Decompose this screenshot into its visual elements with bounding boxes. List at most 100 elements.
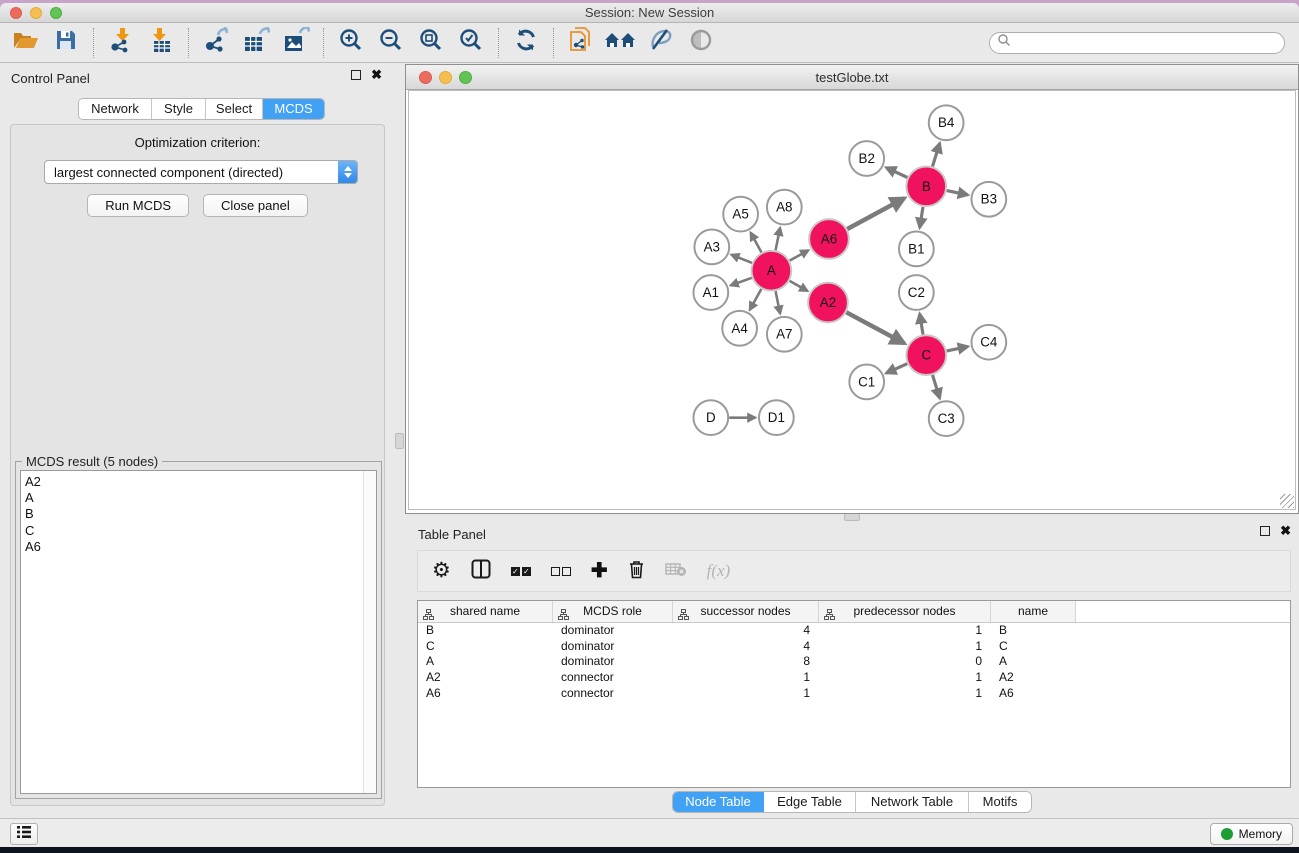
zoom-fit-button[interactable] xyxy=(411,26,451,60)
graph-node-D1[interactable]: D1 xyxy=(759,400,794,435)
network-close-button[interactable] xyxy=(419,71,432,84)
table-cell[interactable]: A2 xyxy=(418,670,553,686)
vertical-splitter-handle[interactable] xyxy=(395,433,404,449)
table-cell[interactable]: 0 xyxy=(819,654,991,670)
column-header-successor-nodes[interactable]: successor nodes xyxy=(673,601,819,622)
table-cell[interactable]: connector xyxy=(553,670,673,686)
graph-node-B3[interactable]: B3 xyxy=(971,182,1006,217)
graph-node-B1[interactable]: B1 xyxy=(899,231,934,266)
graph-node-A4[interactable]: A4 xyxy=(722,311,757,346)
graph-edge-A6-B[interactable] xyxy=(847,198,904,229)
table-cell[interactable]: A xyxy=(991,654,1076,670)
graph-edge-B-B2[interactable] xyxy=(886,168,907,178)
graph-edge-B-B1[interactable] xyxy=(920,207,923,228)
new-network-document-button[interactable] xyxy=(561,26,601,60)
graph-edge-A-A2[interactable] xyxy=(790,281,808,291)
graph-node-A6[interactable]: A6 xyxy=(809,219,849,259)
table-cell[interactable]: connector xyxy=(553,686,673,702)
table-cell[interactable]: B xyxy=(991,623,1076,639)
table-row[interactable]: A6connector11A6 xyxy=(418,686,1290,702)
network-window-titlebar[interactable]: testGlobe.txt xyxy=(406,65,1298,90)
tab-select[interactable]: Select xyxy=(206,99,263,119)
graph-node-C2[interactable]: C2 xyxy=(899,275,934,310)
zoom-window-button[interactable] xyxy=(50,7,62,19)
table-tab-network-table[interactable]: Network Table xyxy=(856,792,969,812)
graph-node-D[interactable]: D xyxy=(693,400,728,435)
table-cell[interactable]: dominator xyxy=(553,654,673,670)
refresh-view-button[interactable] xyxy=(506,26,546,60)
node-table[interactable]: shared nameMCDS rolesuccessor nodesprede… xyxy=(417,600,1291,788)
table-cell[interactable]: A6 xyxy=(991,686,1076,702)
table-tab-motifs[interactable]: Motifs xyxy=(969,792,1031,812)
table-cell[interactable]: 1 xyxy=(819,623,991,639)
table-row[interactable]: Adominator80A xyxy=(418,654,1290,670)
graph-node-A2[interactable]: A2 xyxy=(808,283,848,323)
annotations-pen-button[interactable] xyxy=(641,26,681,60)
result-list-item[interactable]: A6 xyxy=(21,539,376,555)
column-header-predecessor-nodes[interactable]: predecessor nodes xyxy=(819,601,991,622)
graph-edge-A-A5[interactable] xyxy=(751,233,762,253)
result-list-item[interactable]: A2 xyxy=(21,474,376,490)
table-cell[interactable]: dominator xyxy=(553,639,673,655)
result-list-scrollbar[interactable] xyxy=(363,471,376,793)
graph-edge-A-A4[interactable] xyxy=(750,289,762,310)
export-image-button[interactable] xyxy=(276,26,316,60)
graph-edge-C-C3[interactable] xyxy=(933,375,940,398)
task-history-button[interactable] xyxy=(10,823,38,845)
close-panel-button[interactable]: Close panel xyxy=(203,194,308,217)
graph-node-A5[interactable]: A5 xyxy=(723,197,758,232)
graph-edge-B-B3[interactable] xyxy=(947,191,968,195)
graph-edge-A-A3[interactable] xyxy=(731,255,752,263)
save-session-button[interactable] xyxy=(46,26,86,60)
close-panel-icon[interactable]: ✖ xyxy=(371,70,382,80)
table-settings-button[interactable]: ⚙ xyxy=(432,561,451,581)
mcds-result-list[interactable]: A2ABCA6 xyxy=(20,470,377,794)
table-cell[interactable]: A2 xyxy=(991,670,1076,686)
tab-mcds[interactable]: MCDS xyxy=(263,99,324,119)
search-input[interactable] xyxy=(1011,36,1277,50)
graph-node-A8[interactable]: A8 xyxy=(767,190,802,225)
table-tab-node-table[interactable]: Node Table xyxy=(673,792,764,812)
show-hide-view-button[interactable] xyxy=(681,26,721,60)
add-row-button[interactable]: ✚ xyxy=(591,561,608,581)
graph-node-A3[interactable]: A3 xyxy=(694,230,729,265)
table-cell[interactable]: 4 xyxy=(673,639,819,655)
table-row[interactable]: Bdominator41B xyxy=(418,623,1290,639)
graph-edge-C-C4[interactable] xyxy=(947,347,968,351)
table-cell[interactable]: 1 xyxy=(819,686,991,702)
table-cell[interactable]: 8 xyxy=(673,654,819,670)
table-cell[interactable]: C xyxy=(991,639,1076,655)
graph-node-C4[interactable]: C4 xyxy=(971,325,1006,360)
result-list-item[interactable]: A xyxy=(21,490,376,506)
column-header-shared-name[interactable]: shared name xyxy=(418,601,553,622)
close-window-button[interactable] xyxy=(10,7,22,19)
table-cell[interactable]: A6 xyxy=(418,686,553,702)
import-table-button[interactable] xyxy=(141,26,181,60)
deselect-all-check-button[interactable] xyxy=(551,567,571,576)
table-cell[interactable]: 1 xyxy=(673,686,819,702)
tab-style[interactable]: Style xyxy=(152,99,206,119)
minimize-window-button[interactable] xyxy=(30,7,42,19)
zoom-selected-button[interactable] xyxy=(451,26,491,60)
table-cell[interactable]: 1 xyxy=(819,639,991,655)
result-list-item[interactable]: B xyxy=(21,506,376,522)
memory-button[interactable]: Memory xyxy=(1210,823,1293,845)
graph-node-A[interactable]: A xyxy=(752,251,792,291)
graph-edge-C-C1[interactable] xyxy=(886,364,907,373)
result-list-item[interactable]: C xyxy=(21,523,376,539)
graph-node-B2[interactable]: B2 xyxy=(849,141,884,176)
table-row[interactable]: Cdominator41C xyxy=(418,639,1290,655)
graph-node-B[interactable]: B xyxy=(906,166,946,206)
table-cell[interactable]: C xyxy=(418,639,553,655)
export-network-button[interactable] xyxy=(196,26,236,60)
zoom-in-button[interactable] xyxy=(331,26,371,60)
table-tab-edge-table[interactable]: Edge Table xyxy=(764,792,856,812)
graph-node-C[interactable]: C xyxy=(906,335,946,375)
search-field[interactable] xyxy=(989,32,1285,54)
table-cell[interactable]: A xyxy=(418,654,553,670)
table-cell[interactable]: 1 xyxy=(819,670,991,686)
graph-edge-C-C2[interactable] xyxy=(920,314,923,335)
graph-edge-A-A6[interactable] xyxy=(790,250,809,260)
open-session-button[interactable] xyxy=(6,26,46,60)
graph-node-A1[interactable]: A1 xyxy=(693,275,728,310)
